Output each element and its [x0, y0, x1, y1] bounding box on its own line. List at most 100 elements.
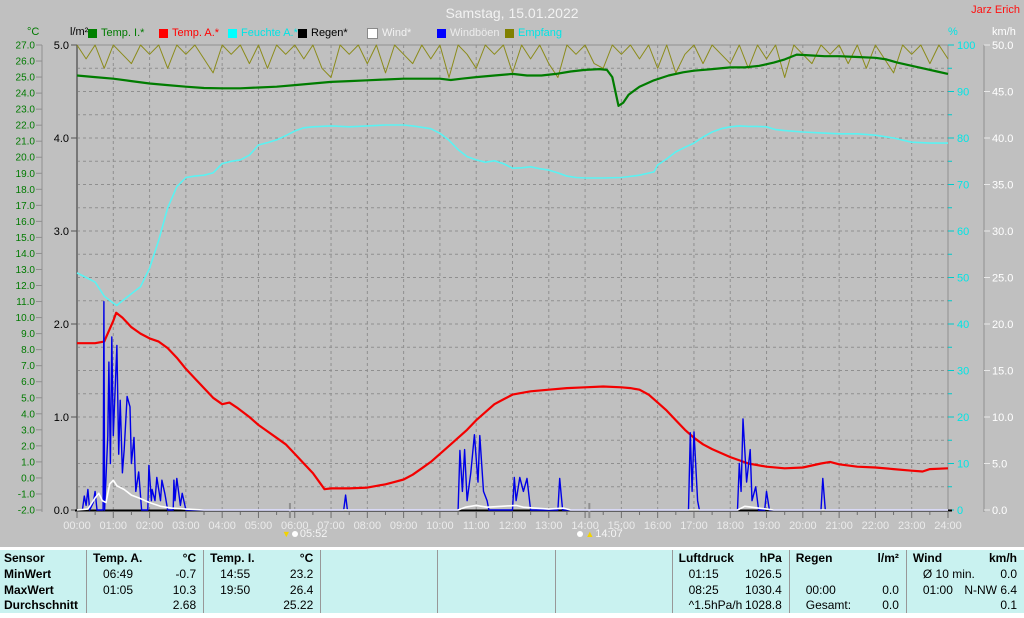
table-value: Ø 10 min. [922, 566, 975, 581]
table-cell [438, 597, 556, 613]
table-cell: 19:50 26.4 [204, 581, 322, 598]
table-value: Regen [795, 551, 833, 565]
table-value: Luftdruck [678, 551, 734, 565]
table-value: 01:05 [103, 582, 134, 597]
table-cell [438, 566, 556, 582]
table-value: 0.0 [882, 598, 899, 613]
series-windb-en [81, 301, 948, 511]
table-value: 01:15 [688, 566, 719, 581]
humidity-tick-label: 20 [957, 412, 969, 424]
celsius-tick-label: 19.0 [16, 169, 36, 180]
table-header [556, 550, 673, 566]
sun-icon [577, 531, 584, 537]
x-tick-label: 22:00 [862, 520, 890, 532]
x-tick-label: 24:00 [934, 520, 962, 532]
x-tick-label: 11:00 [463, 520, 490, 532]
wind-tick-label: 35.0 [992, 180, 1013, 192]
x-tick-label: 23:00 [898, 520, 926, 532]
humidity-tick-label: 40 [957, 319, 969, 331]
table-header [438, 550, 556, 566]
humidity-tick-label: 0 [957, 505, 963, 517]
wind-tick-label: 45.0 [992, 87, 1013, 99]
x-tick-label: 05:00 [245, 520, 273, 532]
table-value: 1026.5 [745, 566, 782, 581]
table-value: km/h [988, 551, 1017, 565]
table-value: 01:00 [922, 582, 953, 597]
table-value: 10.3 [172, 582, 197, 597]
table-cell: 01:05 10.3 [87, 581, 205, 598]
x-tick-label: 16:00 [644, 520, 672, 532]
x-tick-label: 03:00 [172, 520, 200, 532]
table-cell: 06:49 -0.7 [87, 566, 205, 582]
celsius-tick-label: 26.0 [16, 57, 36, 68]
table-value: °C [182, 551, 197, 565]
celsius-tick-label: 27.0 [16, 41, 36, 52]
celsius-tick-label: 17.0 [16, 201, 36, 212]
table-value: l/m² [877, 551, 899, 565]
humidity-tick-label: 90 [957, 87, 969, 99]
table-cell [438, 581, 556, 598]
table-cell: 01:00 N-NW 6.4 [907, 582, 1024, 598]
table-header: Wind km/h [907, 550, 1024, 566]
celsius-tick-label: 15.0 [16, 233, 36, 244]
wind-tick-label: 25.0 [992, 273, 1013, 285]
table-cell: Gesamt: 0.0 [790, 597, 907, 613]
celsius-tick-label: 21.0 [16, 137, 36, 148]
celsius-tick-label: 5.0 [21, 393, 35, 404]
wind-tick-label: 0.0 [992, 505, 1007, 517]
table-cell [321, 597, 439, 613]
celsius-tick-label: 0.0 [21, 473, 35, 484]
x-tick-label: 13:00 [535, 520, 563, 532]
rain-tick-label: 3.0 [54, 226, 69, 238]
table-cell [556, 597, 673, 613]
table-cell: 0.1 [907, 597, 1024, 613]
x-tick-label: 09:00 [390, 520, 418, 532]
celsius-tick-label: 10.0 [16, 313, 36, 324]
table-cell [556, 566, 673, 582]
table-cell: ^1.5hPa/h 1028.8 [673, 597, 790, 613]
table-cell: 2.68 [87, 597, 205, 613]
weather-app-window: Samstag, 15.01.2022 Jarz Erich °C l/m² %… [0, 0, 1024, 618]
x-tick-label: 10:00 [426, 520, 454, 532]
table-value: ^1.5hPa/h [688, 598, 743, 613]
sun-marker-morning: ▼ 05:52 [282, 528, 327, 540]
sun-icon [291, 531, 298, 537]
table-row-label: MaxWert [0, 581, 87, 598]
table-value: 14:55 [220, 566, 251, 581]
celsius-tick-label: 25.0 [16, 73, 36, 84]
table-cell [790, 566, 907, 582]
table-row-label: Sensor [0, 550, 87, 566]
x-tick-label: 02:00 [136, 520, 164, 532]
bottom-white-strip [0, 613, 1024, 618]
celsius-tick-label: -2.0 [18, 506, 36, 517]
table-cell [321, 566, 439, 582]
table-cell: Ø 10 min. 0.0 [907, 566, 1024, 582]
humidity-tick-label: 30 [957, 366, 969, 378]
x-tick-label: 04:00 [208, 520, 236, 532]
celsius-tick-label: 11.0 [16, 297, 35, 308]
celsius-tick-label: 18.0 [16, 185, 36, 196]
series-temp-i- [76, 53, 949, 108]
wind-tick-label: 30.0 [992, 226, 1013, 238]
celsius-tick-label: 1.0 [21, 457, 35, 468]
celsius-tick-label: 24.0 [16, 89, 36, 100]
celsius-tick-label: 2.0 [21, 441, 35, 452]
table-value: 0.0 [1000, 566, 1017, 581]
table-value: -0.7 [175, 566, 197, 581]
table-header: Temp. A. °C [87, 550, 205, 566]
sun-up-icon: ▲ [585, 528, 595, 539]
celsius-tick-label: 8.0 [21, 345, 35, 356]
x-tick-label: 00:00 [63, 520, 91, 532]
sun-down-icon: ▼ [281, 528, 291, 539]
table-value: 00:00 [805, 582, 836, 597]
table-header [321, 550, 439, 566]
table-value: Wind [912, 551, 943, 565]
x-tick-label: 19:00 [753, 520, 781, 532]
wind-tick-label: 50.0 [992, 40, 1013, 52]
table-value: 1028.8 [745, 598, 782, 613]
table-value: 0.1 [1000, 598, 1017, 613]
x-tick-label: 20:00 [789, 520, 817, 532]
x-tick-label: 18:00 [716, 520, 744, 532]
table-header: Luftdruck hPa [673, 550, 790, 566]
celsius-tick-label: 23.0 [16, 105, 36, 116]
